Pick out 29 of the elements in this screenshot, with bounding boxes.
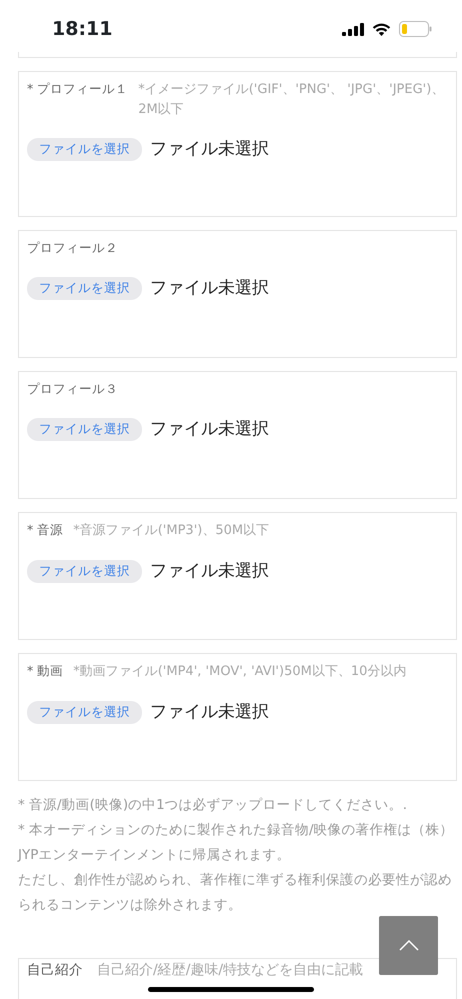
note-text: * 音源/動画(映像)の中1つは必ずアップロードしてください。. — [18, 796, 408, 815]
chevron-up-icon — [398, 940, 418, 951]
field-label: * 音源 — [27, 521, 64, 539]
field-hint: *音源ファイル('MP3')、50M以下 — [73, 522, 270, 540]
field-label: プロフィール２ — [27, 239, 118, 257]
field-hint: *イメージファイル('GIF'、'PNG'、 'JPG'、'JPEG')、 2M以下 — [138, 81, 446, 118]
file-status: ファイル未選択 — [150, 560, 269, 582]
choose-file-button[interactable]: ファイルを選択 — [27, 560, 142, 583]
choose-file-button[interactable]: ファイルを選択 — [27, 700, 142, 724]
field-label: プロフィール３ — [27, 380, 118, 398]
wifi-icon — [372, 22, 391, 36]
battery-icon — [399, 21, 432, 37]
choose-file-button[interactable]: ファイルを選択 — [27, 277, 142, 300]
file-status: ファイル未選択 — [150, 276, 269, 300]
note-text: ただし、創作性が認められ、著作権に準ずる権利保護の必要性が認められるコンテンツは除外されます。 — [18, 871, 453, 915]
field-label: * 動画 — [27, 662, 64, 680]
file-status: ファイル未選択 — [150, 418, 269, 441]
file-status: ファイル未選択 — [150, 700, 269, 724]
choose-file-button[interactable]: ファイルを選択 — [27, 138, 142, 162]
field-label: * プロフィール１ — [27, 80, 128, 98]
file-status: ファイル未選択 — [150, 138, 269, 161]
back-to-top-button[interactable] — [379, 916, 438, 975]
signal-icon — [342, 22, 364, 36]
clock: 18:11 — [52, 16, 112, 42]
note-text: * 本オーディションのために製作された録音物/映像の著作権は（株）JYPエンターテインメントに帰属されます。 — [18, 821, 455, 865]
field-hint: *動画ファイル('MP4', 'MOV', 'AVI')50M以下、10分以内 — [73, 663, 406, 681]
choose-file-button[interactable]: ファイルを選択 — [27, 418, 142, 441]
field-label: 自己紹介 — [27, 961, 83, 980]
text-field[interactable]: 自己紹介/経歴/趣味/特技などを自由に記載 — [97, 960, 369, 981]
